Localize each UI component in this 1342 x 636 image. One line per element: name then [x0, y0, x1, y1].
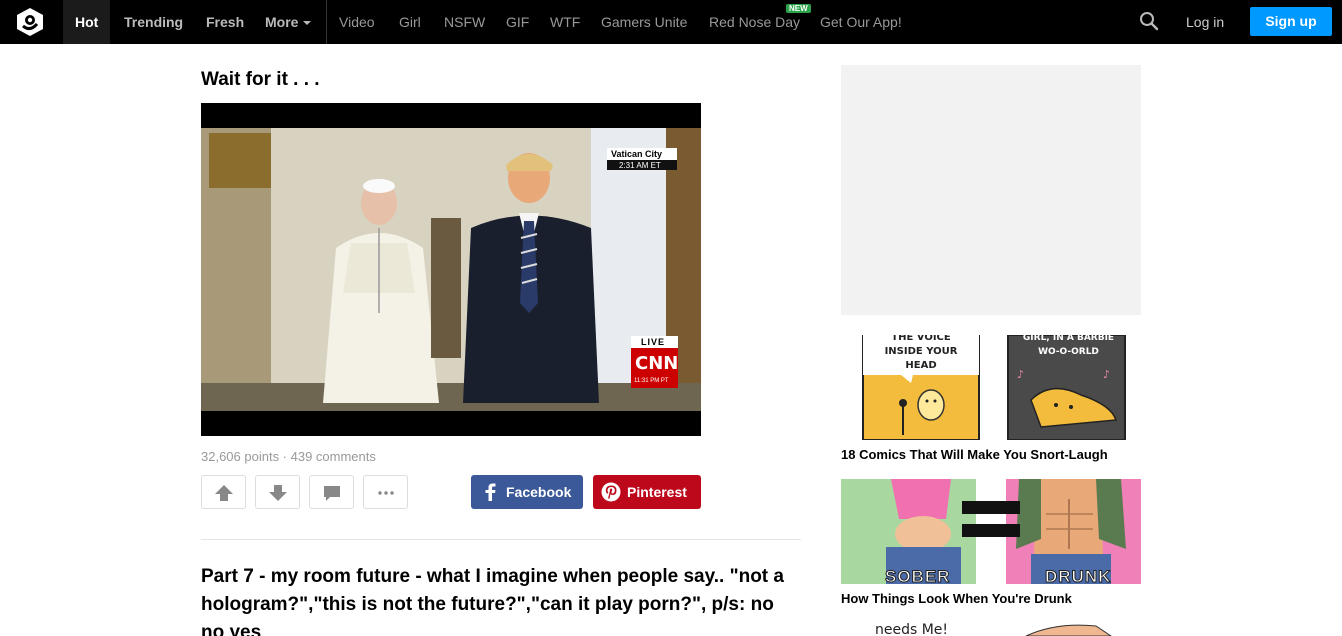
upvote-button[interactable]	[201, 475, 246, 509]
video-location-label: Vatican City	[611, 149, 663, 159]
facebook-icon	[485, 483, 496, 501]
9gag-logo-icon[interactable]	[15, 7, 45, 37]
comment-icon	[324, 486, 340, 501]
arrow-up-icon	[215, 485, 233, 501]
nav-fresh[interactable]: Fresh	[206, 0, 244, 44]
top-navbar: Hot Trending Fresh More Video Girl NSFW …	[0, 0, 1342, 44]
next-post-title[interactable]: Part 7 - my room future - what I imagine…	[201, 563, 801, 636]
post-divider	[201, 539, 801, 540]
cnn-time-label: 11:31 PM PT	[634, 378, 669, 384]
comment-button[interactable]	[309, 475, 354, 509]
svg-text:♪: ♪	[1103, 368, 1110, 381]
third-thumbnail-text: needs Me!	[875, 622, 949, 636]
post-title[interactable]: Wait for it . . .	[201, 69, 320, 91]
nav-get-app[interactable]: Get Our App!	[820, 0, 902, 44]
arrow-down-icon	[269, 485, 287, 501]
nav-section-gamers-unite[interactable]: Gamers Unite	[601, 0, 687, 44]
sidebar-thumbnail-drunk[interactable]: SOBER DRUNK	[841, 479, 1141, 584]
share-pinterest-button[interactable]: Pinterest	[593, 475, 701, 509]
nav-divider	[326, 0, 327, 44]
search-icon[interactable]	[1139, 11, 1159, 31]
nav-section-video[interactable]: Video	[339, 0, 375, 44]
post-meta[interactable]: 32,606 points · 439 comments	[201, 449, 376, 464]
sidebar-caption-drunk[interactable]: How Things Look When You're Drunk	[841, 591, 1072, 606]
nav-hot[interactable]: Hot	[63, 0, 111, 44]
nav-trending[interactable]: Trending	[124, 0, 183, 44]
cnn-logo-label: CNN	[635, 353, 679, 374]
nav-section-nsfw[interactable]: NSFW	[444, 0, 485, 44]
nav-section-wtf[interactable]: WTF	[550, 0, 580, 44]
login-link[interactable]: Log in	[1186, 0, 1224, 44]
sidebar-thumbnail-comics[interactable]: ♪ ♪ THE VOICE INSIDE YOUR HEAD GIRL, IN …	[841, 335, 1141, 440]
sidebar-caption-comics[interactable]: 18 Comics That Will Make You Snort-Laugh	[841, 447, 1108, 462]
sidebar-ad-slot[interactable]	[841, 65, 1141, 315]
nav-section-girl[interactable]: Girl	[399, 0, 421, 44]
nav-more[interactable]: More	[265, 0, 312, 44]
downvote-button[interactable]	[255, 475, 300, 509]
comic-right-panel-text: GIRL, IN A BARBIE WO-O-ORLD	[1022, 335, 1115, 357]
share-facebook-button[interactable]: Facebook	[471, 475, 583, 509]
pinterest-icon	[601, 482, 621, 502]
nav-section-gif[interactable]: GIF	[506, 0, 529, 44]
nav-more-label: More	[265, 14, 299, 30]
more-options-button[interactable]	[363, 475, 408, 509]
sober-label: SOBER	[884, 567, 951, 585]
drunk-label: DRUNK	[1044, 567, 1112, 585]
pinterest-label: Pinterest	[627, 484, 687, 500]
sidebar-thumbnail-third[interactable]: needs Me!	[841, 622, 1141, 636]
live-label: LIVE	[641, 337, 666, 347]
more-dots-icon	[378, 491, 394, 495]
video-time-label: 2:31 AM ET	[619, 161, 661, 170]
facebook-label: Facebook	[506, 484, 572, 500]
new-badge: NEW	[786, 4, 811, 13]
signup-button[interactable]: Sign up	[1250, 7, 1332, 36]
comic-left-panel-text: THE VOICE INSIDE YOUR HEAD	[884, 335, 958, 371]
svg-text:♪: ♪	[1017, 368, 1024, 381]
chevron-down-icon	[303, 21, 312, 25]
post-video[interactable]: Vatican City 2:31 AM ET LIVE CNN 11:31 P…	[201, 103, 701, 436]
